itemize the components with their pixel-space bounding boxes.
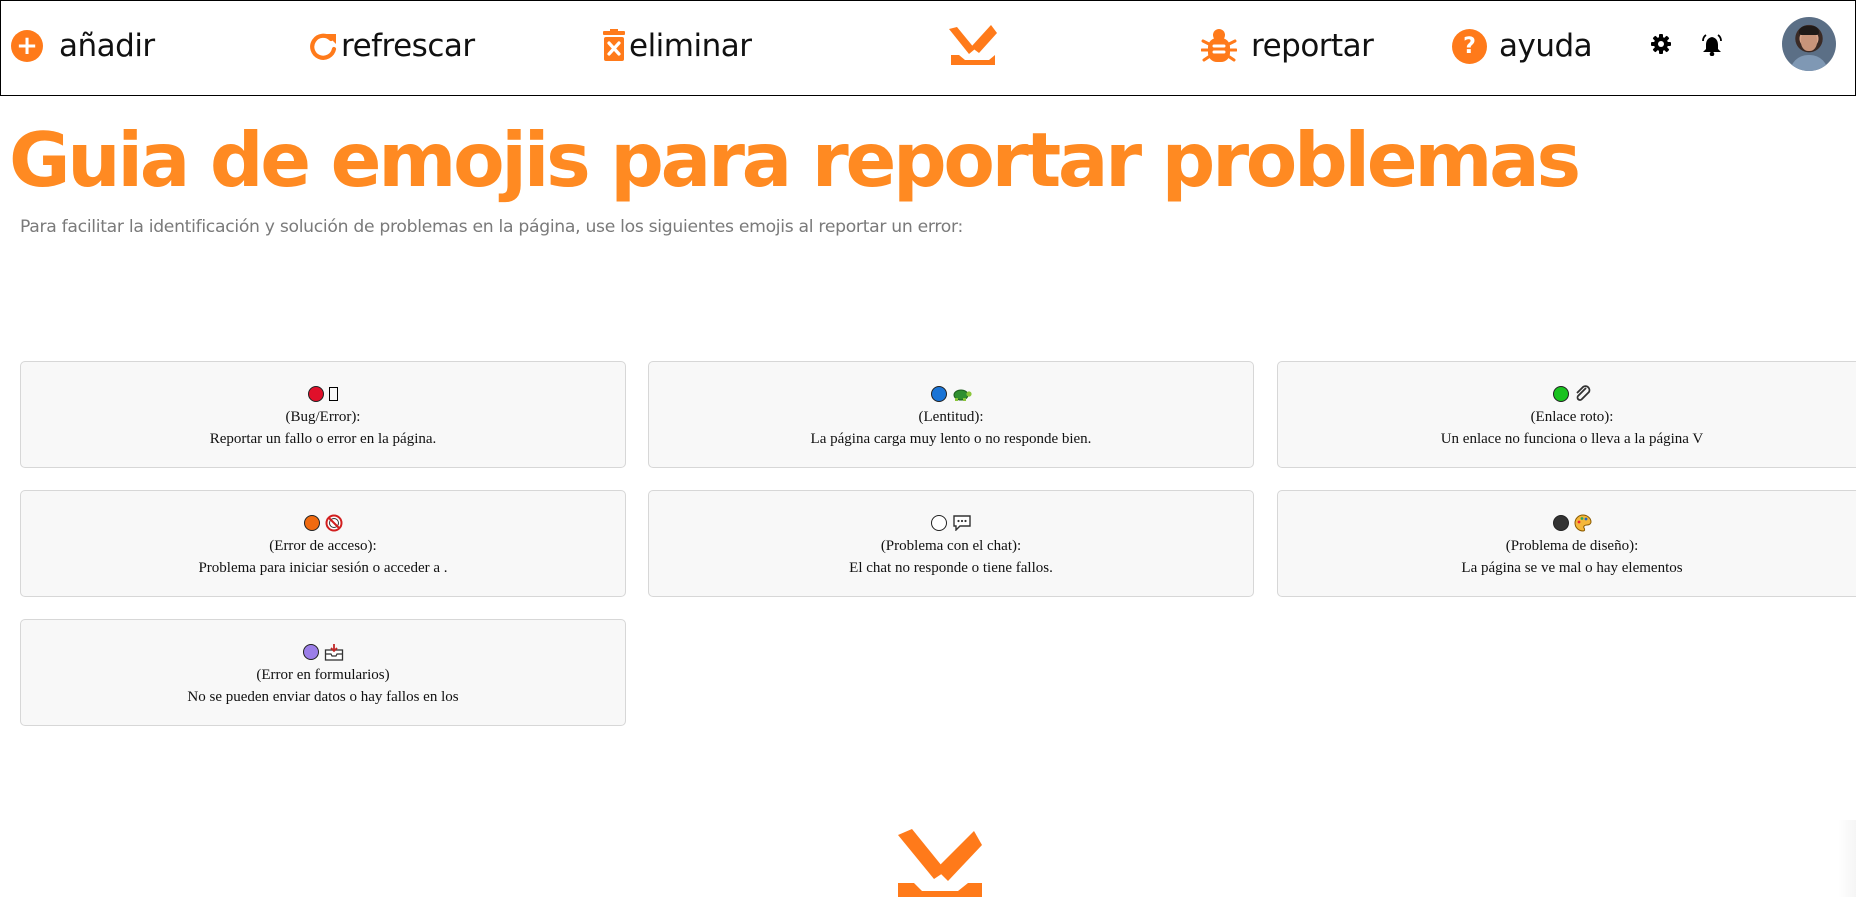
refresh-label: refrescar <box>341 28 475 64</box>
status-dot-purple <box>302 644 319 660</box>
brand-logo[interactable] <box>949 21 997 67</box>
inbox-tray-icon <box>324 644 343 661</box>
turtle-icon <box>953 389 972 401</box>
footer-brand-logo <box>896 829 982 902</box>
add-button[interactable]: + añadir <box>11 23 155 69</box>
delete-button[interactable]: eliminar <box>601 23 752 69</box>
card-label: (Error en formularios) <box>256 667 390 683</box>
card-label: (Problema con el chat): <box>880 538 1022 554</box>
status-dot-blue <box>930 386 947 402</box>
paperclip-icon <box>1575 385 1590 401</box>
delete-label: eliminar <box>629 28 752 64</box>
notifications-button[interactable] <box>1701 34 1723 61</box>
plus-circle-icon: + <box>11 30 43 62</box>
refresh-icon <box>310 33 337 60</box>
card-error-acceso: (Error de acceso): Problema para iniciar… <box>20 490 626 597</box>
status-dot-green <box>1552 386 1569 402</box>
card-description: Un enlace no funciona o lleva a la págin… <box>1440 431 1704 447</box>
help-label: ayuda <box>1499 28 1593 64</box>
card-problema-chat: (Problema con el chat): El chat no respo… <box>648 490 1254 597</box>
add-label: añadir <box>59 28 155 64</box>
avatar-hair <box>1799 26 1819 35</box>
card-label: (Lentitud): <box>918 409 984 425</box>
page-subtitle: Para facilitar la identificación y soluc… <box>20 217 963 237</box>
settings-button[interactable] <box>1651 34 1671 59</box>
card-enlace-roto: (Enlace roto): Un enlace no funciona o l… <box>1277 361 1856 468</box>
status-dot-white <box>930 515 947 531</box>
card-label: (Bug/Error): <box>285 409 361 425</box>
help-button[interactable]: ? ayuda <box>1452 23 1593 69</box>
card-label: (Problema de diseño): <box>1505 538 1639 554</box>
report-label: reportar <box>1251 28 1374 64</box>
page-title: Guia de emojis para reportar problemas <box>9 116 1581 204</box>
card-label: (Enlace roto): <box>1530 409 1614 425</box>
status-dot-red <box>308 386 324 402</box>
status-dot-orange <box>303 515 320 531</box>
edge-shadow <box>1838 820 1856 897</box>
card-description: No se pueden enviar datos o hay fallos e… <box>187 689 459 705</box>
card-error-formularios: (Error en formularios) No se pueden envi… <box>20 619 626 726</box>
top-toolbar: + añadir refrescar eliminar reportar ? a… <box>0 0 1856 96</box>
question-circle-icon: ? <box>1452 28 1487 64</box>
card-lentitud: (Lentitud): La página carga muy lento o … <box>648 361 1254 468</box>
bell-icon <box>1702 34 1722 57</box>
card-label: (Error de acceso): <box>269 538 377 554</box>
card-description: El chat no responde o tiene fallos. <box>849 560 1053 576</box>
card-description: Problema para iniciar sesión o acceder a… <box>198 560 448 576</box>
card-bug-error: (Bug/Error): Reportar un fallo o error e… <box>20 361 626 468</box>
card-description: La página carga muy lento o no responde … <box>810 431 1092 447</box>
avatar-shirt <box>1790 55 1828 71</box>
card-description: La página se ve mal o hay elementos <box>1461 560 1683 576</box>
trash-x-icon <box>603 29 625 61</box>
speech-bubble-icon <box>952 515 971 531</box>
bug-icon <box>1201 29 1237 62</box>
refresh-button[interactable]: refrescar <box>309 23 475 69</box>
card-problema-diseno: (Problema de diseño): La página se ve ma… <box>1277 490 1856 597</box>
brand-logo-icon <box>949 25 997 65</box>
gear-icon <box>1651 34 1671 54</box>
status-dot-black <box>1552 515 1569 531</box>
palette-icon <box>1574 514 1592 532</box>
user-avatar[interactable] <box>1782 17 1836 71</box>
tofu-glyph <box>329 387 338 401</box>
no-entry-icon <box>325 514 342 532</box>
report-button[interactable]: reportar <box>1201 23 1374 69</box>
brand-logo-icon <box>898 829 982 897</box>
card-description: Reportar un fallo o error en la página. <box>209 431 437 447</box>
